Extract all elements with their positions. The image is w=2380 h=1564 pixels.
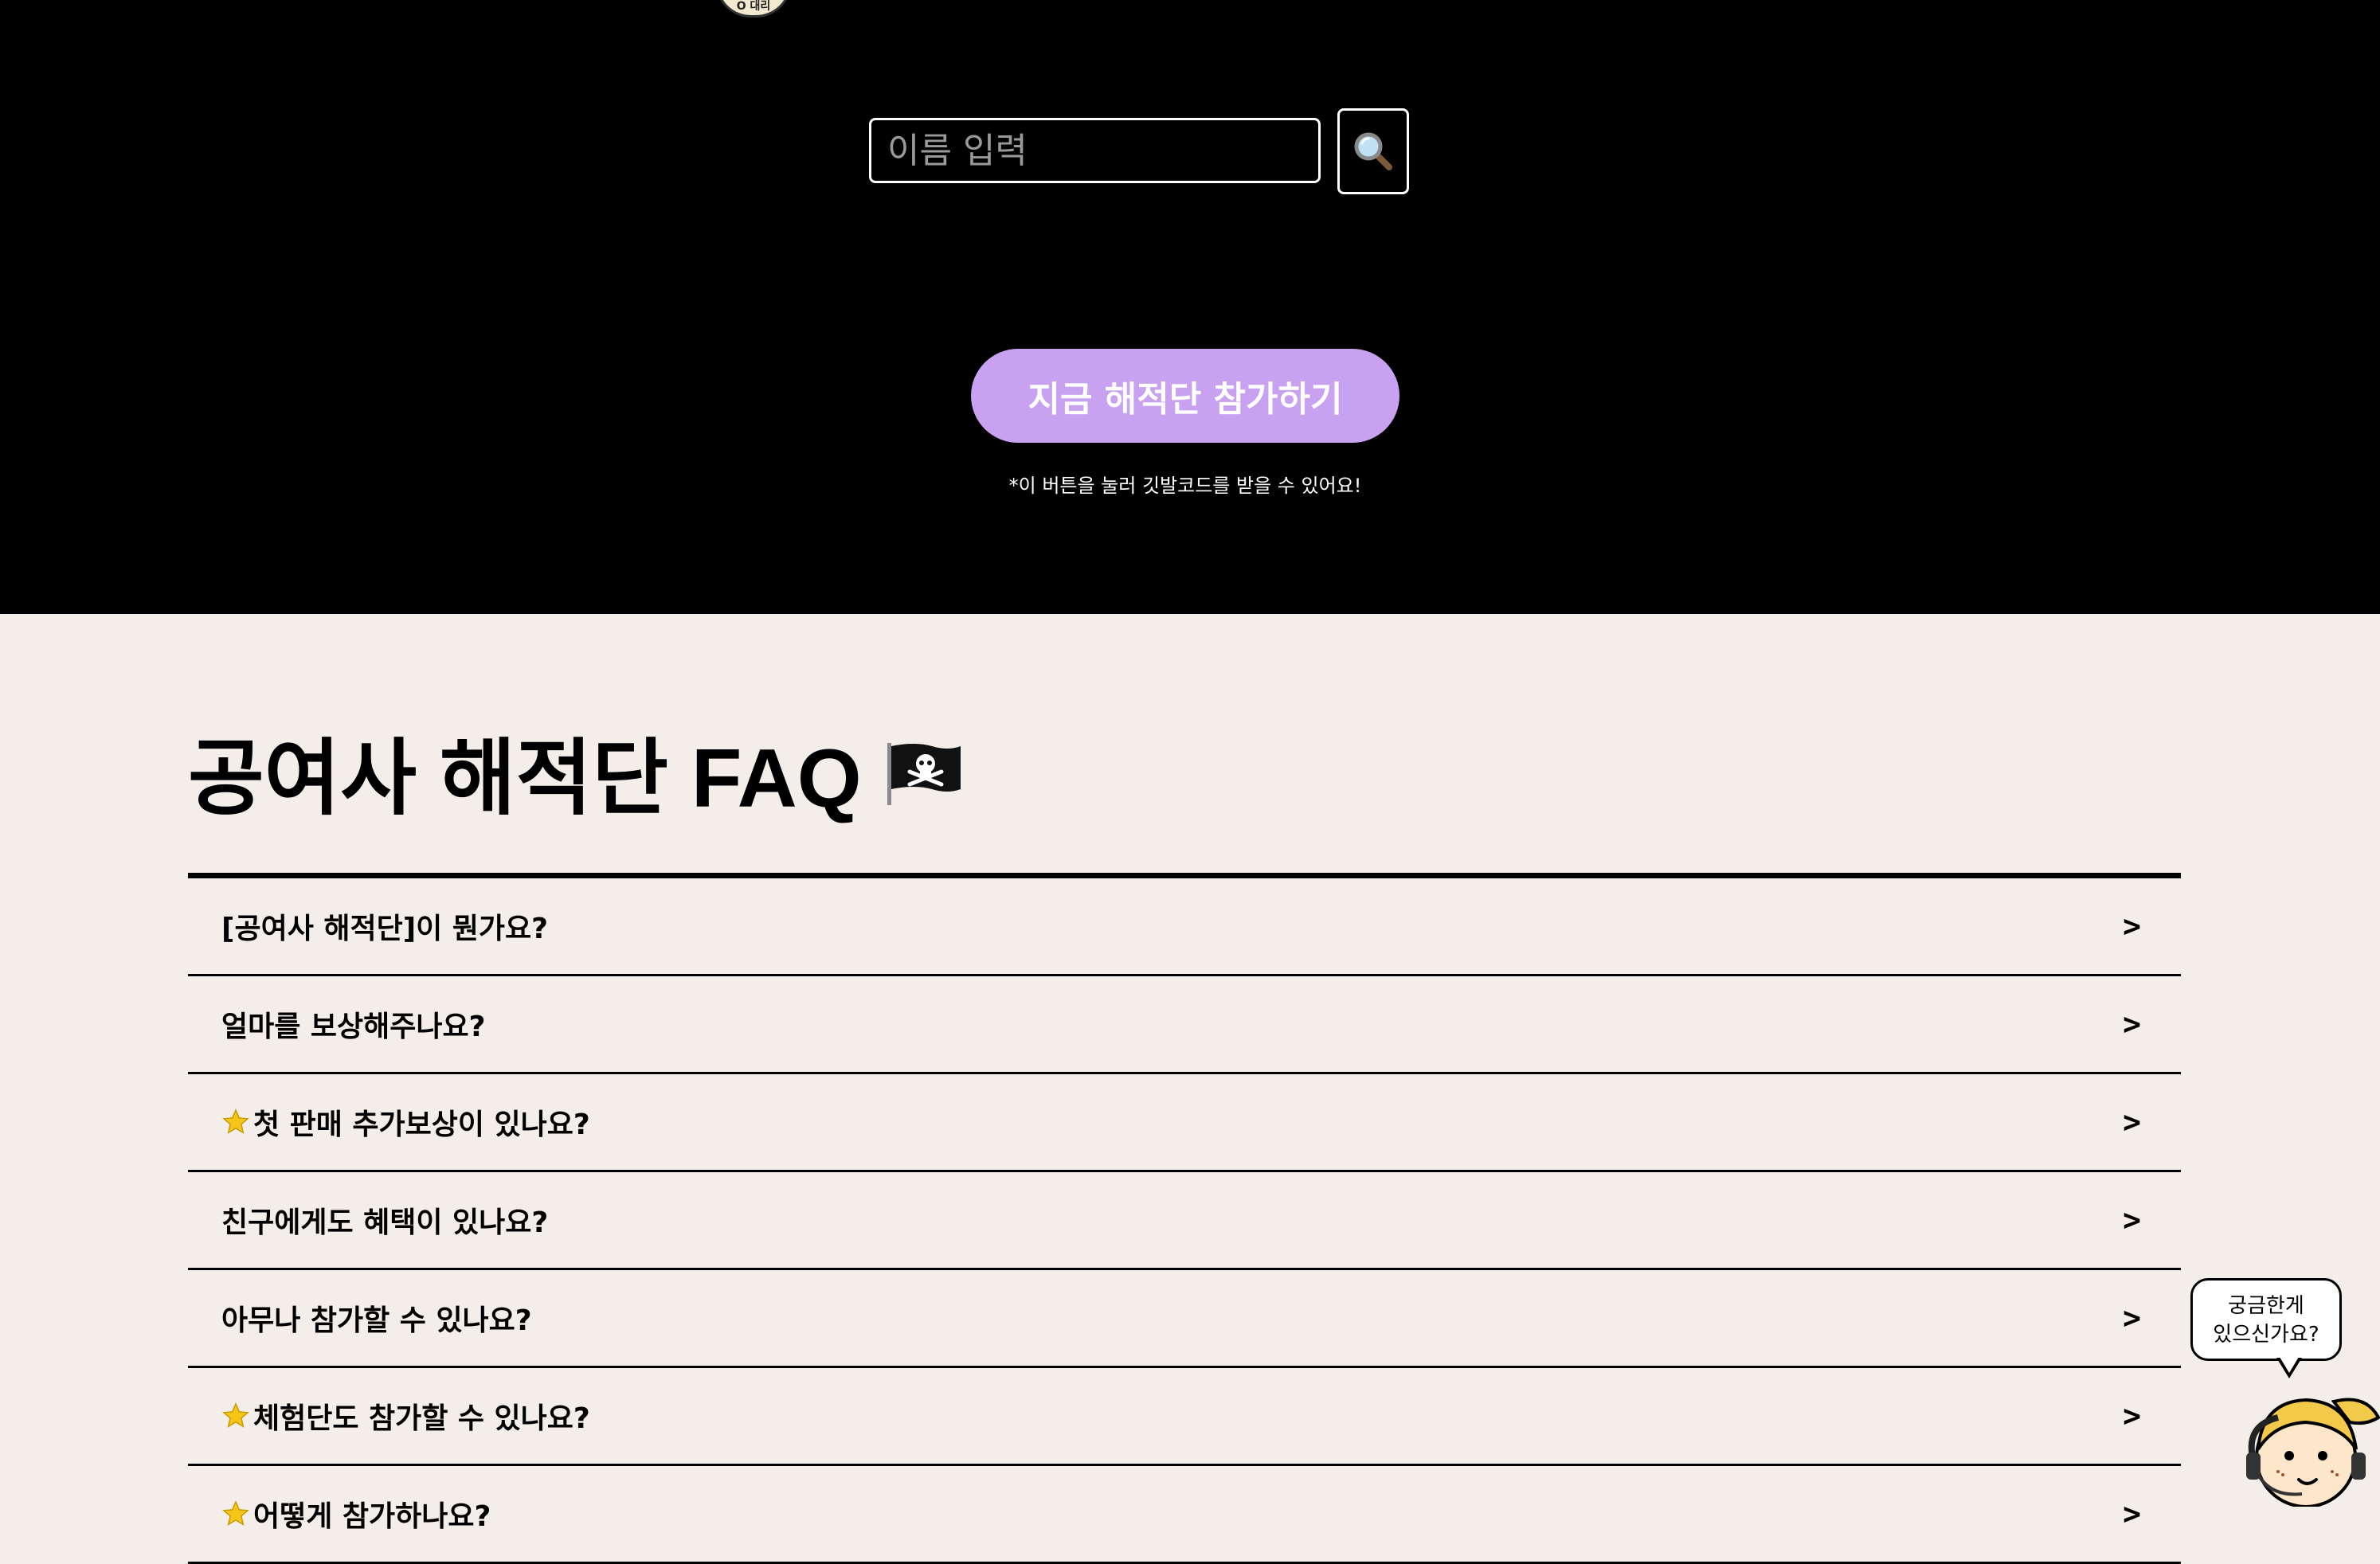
help-bubble-line2: 있으신가요?: [2213, 1323, 2319, 1347]
brand-logo: O 대리: [715, 0, 792, 18]
faq-item[interactable]: 어떻게 참가하나요? >: [188, 1466, 2181, 1564]
faq-list: [공여사 해적단]이 뭔가요? > 얼마를 보상해주나요? > 첫 판매 추가보…: [188, 878, 2181, 1564]
faq-question: 친구에게도 혜택이 있나요?: [221, 1199, 548, 1241]
join-hint-text: *이 버튼을 눌러 깃발코드를 받을 수 있어요!: [1008, 475, 1362, 497]
faq-question: 어떻게 참가하나요?: [221, 1493, 491, 1535]
chevron-right-icon: >: [2123, 1202, 2141, 1238]
chevron-right-icon: >: [2123, 909, 2141, 944]
faq-question: 아무나 참가할 수 있나요?: [221, 1297, 532, 1339]
star-icon: [222, 1500, 249, 1526]
faq-question: 첫 판매 추가보상이 있나요?: [221, 1101, 590, 1143]
faq-question-text: 친구에게도 혜택이 있나요?: [221, 1206, 549, 1239]
chevron-right-icon: >: [2123, 1300, 2141, 1335]
faq-item[interactable]: [공여사 해적단]이 뭔가요? >: [188, 878, 2181, 976]
faq-question: [공여사 해적단]이 뭔가요?: [221, 905, 548, 947]
chevron-right-icon: >: [2123, 1496, 2141, 1531]
chevron-right-icon: >: [2123, 1007, 2141, 1042]
star-icon: [222, 1402, 249, 1428]
faq-question-text: 체험단도 참가할 수 있나요?: [253, 1402, 590, 1435]
faq-top-divider: [188, 873, 2181, 878]
faq-title-text: 공여사 해적단 FAQ: [188, 733, 862, 825]
faq-item[interactable]: 아무나 참가할 수 있나요? >: [188, 1270, 2181, 1368]
name-search-input[interactable]: [869, 118, 1321, 183]
faq-question-text: 아무나 참가할 수 있나요?: [221, 1304, 532, 1337]
search-button[interactable]: [1337, 108, 1409, 194]
join-pirates-button[interactable]: 지금 해적단 참가하기: [971, 349, 1399, 443]
magnifier-icon: [1354, 132, 1392, 170]
faq-question-text: [공여사 해적단]이 뭔가요?: [221, 913, 549, 945]
faq-item[interactable]: 체험단도 참가할 수 있나요? >: [188, 1368, 2181, 1466]
pirate-flag-icon: [884, 731, 964, 827]
chevron-right-icon: >: [2123, 1105, 2141, 1140]
faq-question-text: 얼마를 보상해주나요?: [221, 1011, 486, 1043]
faq-question: 얼마를 보상해주나요?: [221, 1003, 486, 1045]
brand-logo-text: O 대리: [736, 0, 771, 13]
helper-character-icon[interactable]: [2230, 1370, 2380, 1507]
star-icon: [222, 1108, 249, 1134]
faq-item[interactable]: 첫 판매 추가보상이 있나요? >: [188, 1074, 2181, 1172]
faq-title: 공여사 해적단 FAQ: [188, 731, 964, 827]
faq-question: 체험단도 참가할 수 있나요?: [221, 1395, 590, 1437]
hero-section: O 대리 지금 해적단 참가하기 *이 버튼을 눌러 깃발코드를 받을 수 있어…: [0, 0, 2380, 614]
faq-item[interactable]: 얼마를 보상해주나요? >: [188, 976, 2181, 1074]
chevron-right-icon: >: [2123, 1398, 2141, 1433]
help-bubble-line1: 궁금한게: [2228, 1294, 2304, 1318]
faq-question-text: 첫 판매 추가보상이 있나요?: [253, 1108, 590, 1141]
faq-item[interactable]: 친구에게도 혜택이 있나요? >: [188, 1172, 2181, 1270]
help-speech-bubble[interactable]: 궁금한게 있으신가요?: [2190, 1278, 2342, 1361]
faq-question-text: 어떻게 참가하나요?: [253, 1500, 491, 1533]
